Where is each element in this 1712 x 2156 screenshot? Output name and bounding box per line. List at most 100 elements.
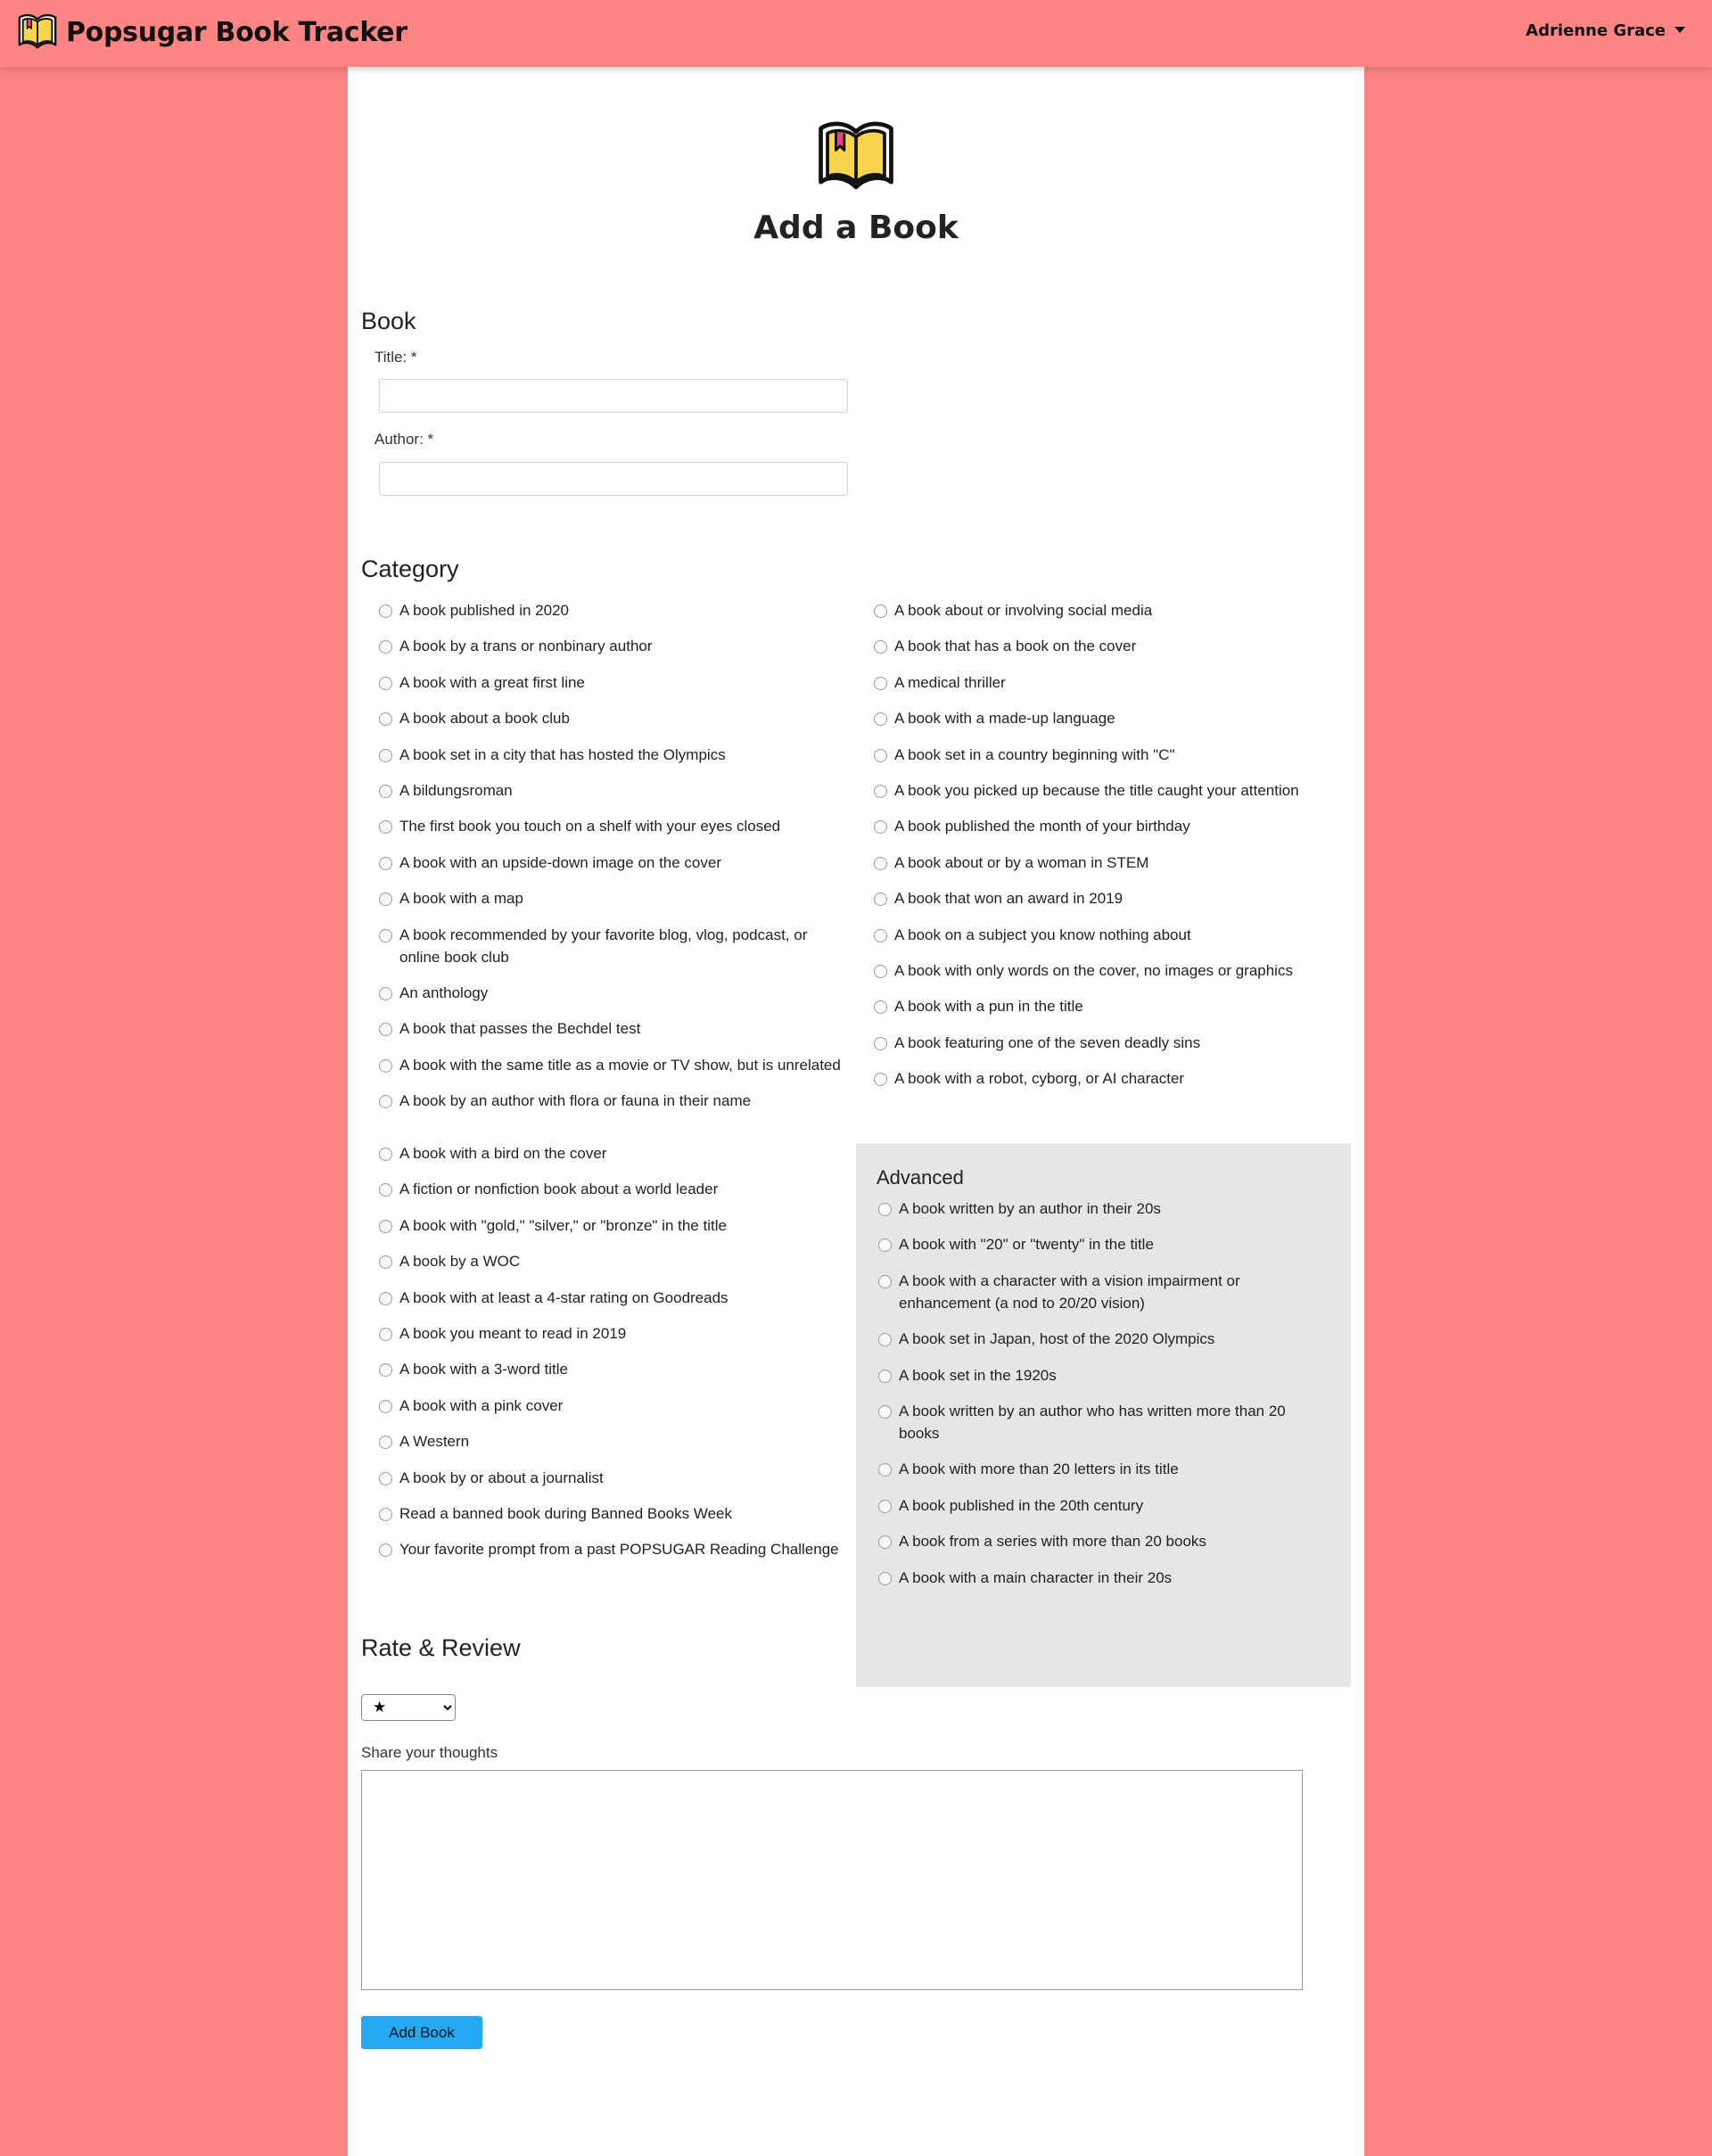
category-option[interactable]: A bildungsroman (379, 779, 852, 802)
category-radio[interactable] (874, 784, 887, 798)
category-option[interactable]: A book with more than 20 letters in its … (878, 1458, 1324, 1480)
category-option[interactable]: A book with at least a 4-star rating on … (379, 1287, 852, 1309)
author-input[interactable] (379, 462, 848, 496)
category-radio[interactable] (874, 1073, 887, 1087)
category-radio[interactable] (379, 856, 392, 870)
category-option[interactable]: A book featuring one of the seven deadly… (874, 1032, 1360, 1054)
category-radio[interactable] (379, 784, 392, 798)
category-option[interactable]: A book published in 2020 (379, 599, 852, 621)
category-radio[interactable] (874, 856, 887, 870)
category-radio[interactable] (379, 676, 392, 690)
category-option[interactable]: A book with a character with a vision im… (878, 1270, 1324, 1314)
category-option[interactable]: A book published in the 20th century (878, 1494, 1324, 1517)
category-option[interactable]: Your favorite prompt from a past POPSUGA… (379, 1538, 852, 1560)
category-radio[interactable] (874, 928, 887, 942)
category-radio[interactable] (874, 640, 887, 654)
category-option[interactable]: A Western (379, 1430, 852, 1452)
category-option[interactable]: A book with a robot, cyborg, or AI chara… (874, 1067, 1360, 1090)
category-radio[interactable] (878, 1238, 892, 1253)
category-option[interactable]: A book by a WOC (379, 1250, 852, 1272)
category-option[interactable]: A book set in the 1920s (878, 1364, 1324, 1387)
category-option[interactable]: A medical thriller (874, 671, 1360, 694)
category-option[interactable]: An anthology (379, 982, 852, 1004)
category-option[interactable]: A book with a made-up language (874, 707, 1360, 729)
category-option[interactable]: A book from a series with more than 20 b… (878, 1530, 1324, 1552)
category-radio[interactable] (379, 1399, 392, 1413)
category-radio[interactable] (379, 1471, 392, 1485)
category-radio[interactable] (379, 1095, 392, 1109)
category-radio[interactable] (379, 1023, 392, 1037)
category-radio[interactable] (379, 640, 392, 654)
category-option[interactable]: A book with a pun in the title (874, 995, 1360, 1017)
category-option[interactable]: The first book you touch on a shelf with… (379, 815, 852, 837)
category-radio[interactable] (878, 1499, 892, 1513)
category-radio[interactable] (874, 820, 887, 835)
category-radio[interactable] (379, 1363, 392, 1378)
category-radio[interactable] (874, 605, 887, 618)
user-menu-dropdown[interactable]: Adrienne Grace (1526, 21, 1685, 40)
category-option[interactable]: A book set in a city that has hosted the… (379, 744, 852, 766)
category-radio[interactable] (874, 1036, 887, 1050)
category-radio[interactable] (379, 1219, 392, 1233)
category-option[interactable]: A book by a trans or nonbinary author (379, 635, 852, 657)
add-book-button[interactable]: Add Book (361, 2016, 482, 2049)
category-radio[interactable] (874, 748, 887, 762)
category-option[interactable]: A fiction or nonfiction book about a wor… (379, 1178, 852, 1200)
category-radio[interactable] (379, 928, 392, 942)
category-radio[interactable] (874, 893, 887, 907)
category-radio[interactable] (379, 1255, 392, 1270)
category-option[interactable]: A book with the same title as a movie or… (379, 1054, 852, 1076)
category-radio[interactable] (878, 1369, 892, 1383)
category-option[interactable]: A book you meant to read in 2019 (379, 1322, 852, 1345)
category-option[interactable]: A book that has a book on the cover (874, 635, 1360, 657)
category-option[interactable]: A book with a map (379, 887, 852, 909)
category-radio[interactable] (379, 1507, 392, 1521)
category-radio[interactable] (379, 1327, 392, 1341)
category-radio[interactable] (379, 748, 392, 762)
category-option[interactable]: A book about or by a woman in STEM (874, 852, 1360, 874)
category-radio[interactable] (878, 1274, 892, 1288)
category-option[interactable]: A book written by an author in their 20s (878, 1197, 1324, 1220)
rating-select[interactable]: ★ (361, 1694, 456, 1721)
category-radio[interactable] (379, 1291, 392, 1305)
category-radio[interactable] (379, 605, 392, 618)
title-input[interactable] (379, 379, 848, 413)
brand-link[interactable]: Popsugar Book Tracker (16, 11, 407, 53)
category-option[interactable]: A book with only words on the cover, no … (874, 959, 1360, 982)
category-radio[interactable] (878, 1203, 892, 1216)
category-option[interactable]: A book set in Japan, host of the 2020 Ol… (878, 1328, 1324, 1350)
category-option[interactable]: A book by or about a journalist (379, 1467, 852, 1489)
category-option[interactable]: A book about a book club (379, 707, 852, 729)
category-option[interactable]: A book with "20" or "twenty" in the titl… (878, 1233, 1324, 1255)
category-option[interactable]: A book with a bird on the cover (379, 1142, 852, 1164)
category-radio[interactable] (379, 1183, 392, 1197)
category-radio[interactable] (878, 1535, 892, 1550)
category-option[interactable]: A book recommended by your favorite blog… (379, 924, 852, 968)
category-radio[interactable] (379, 1058, 392, 1073)
category-option[interactable]: A book by an author with flora or fauna … (379, 1090, 852, 1112)
category-option[interactable]: A book with "gold," "silver," or "bronze… (379, 1214, 852, 1237)
category-option[interactable]: A book with a main character in their 20… (878, 1567, 1324, 1589)
category-option[interactable]: A book set in a country beginning with "… (874, 744, 1360, 766)
category-option[interactable]: A book with an upside-down image on the … (379, 852, 852, 874)
category-radio[interactable] (874, 964, 887, 978)
category-radio[interactable] (874, 712, 887, 727)
category-option[interactable]: A book you picked up because the title c… (874, 779, 1360, 802)
category-radio[interactable] (878, 1333, 892, 1347)
category-radio[interactable] (379, 712, 392, 727)
category-radio[interactable] (379, 1543, 392, 1558)
category-radio[interactable] (379, 893, 392, 907)
category-option[interactable]: A book on a subject you know nothing abo… (874, 924, 1360, 946)
category-radio[interactable] (878, 1463, 892, 1477)
category-option[interactable]: A book that won an award in 2019 (874, 887, 1360, 909)
category-radio[interactable] (874, 1000, 887, 1015)
category-option[interactable]: A book with a great first line (379, 671, 852, 694)
category-radio[interactable] (379, 1436, 392, 1450)
thoughts-textarea[interactable] (361, 1770, 1303, 1990)
category-option[interactable]: A book that passes the Bechdel test (379, 1017, 852, 1040)
category-option[interactable]: A book with a pink cover (379, 1395, 852, 1417)
category-option[interactable]: A book written by an author who has writ… (878, 1400, 1324, 1444)
category-radio[interactable] (878, 1404, 892, 1419)
category-option[interactable]: A book with a 3-word title (379, 1358, 852, 1380)
category-radio[interactable] (379, 1148, 392, 1161)
